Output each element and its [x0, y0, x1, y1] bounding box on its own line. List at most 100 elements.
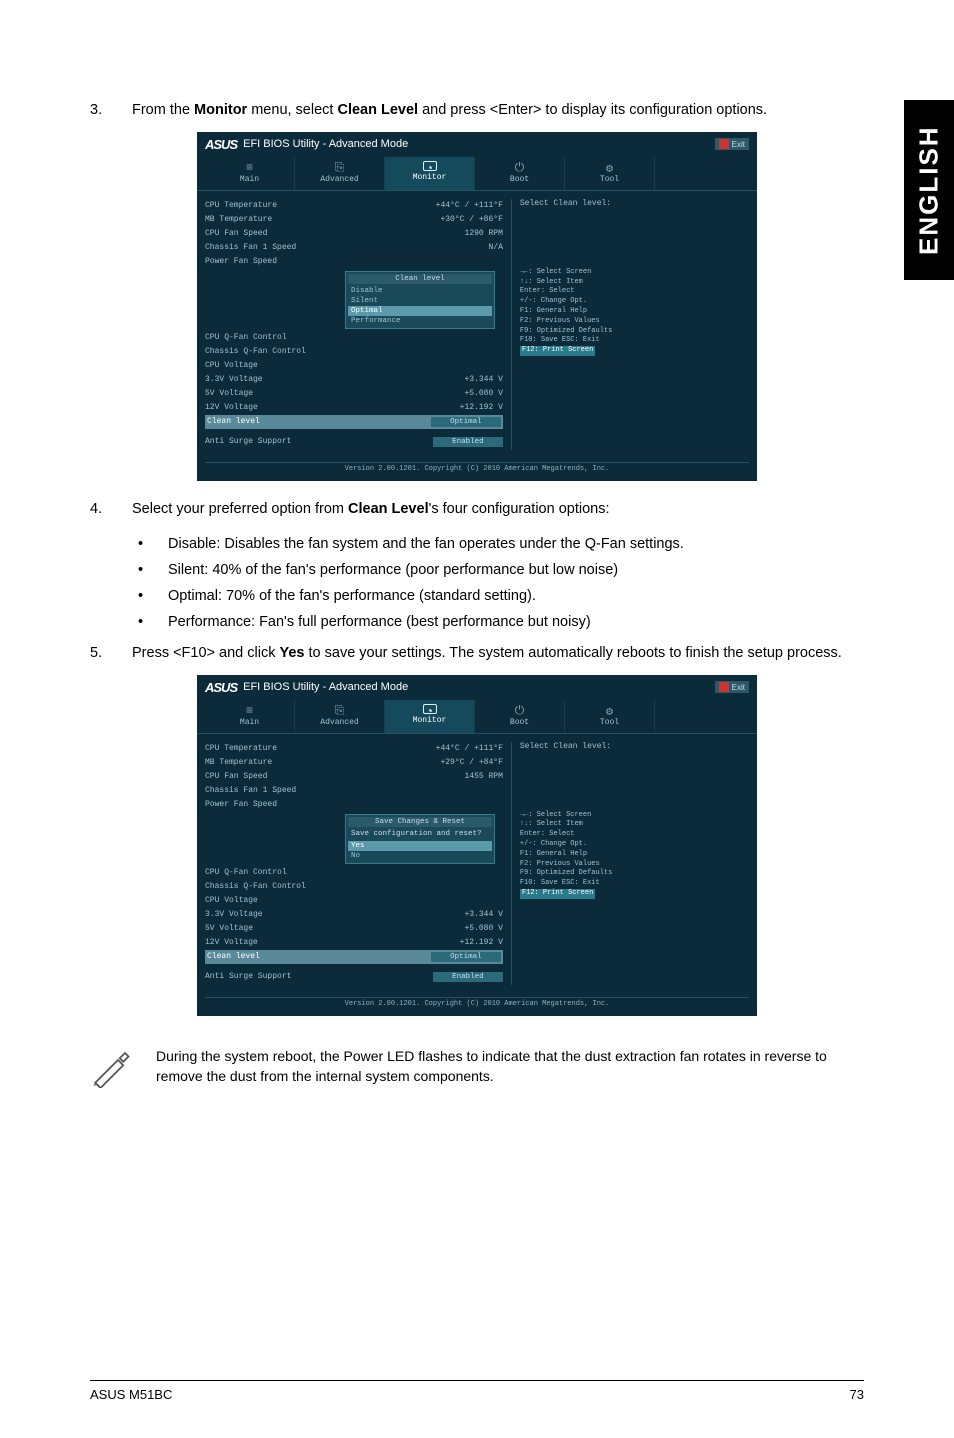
bullet-text: Optimal: 70% of the fan's performance (s…	[168, 583, 536, 609]
footer-model: ASUS M51BC	[90, 1387, 172, 1402]
row-value: +30°C / +86°F	[383, 215, 503, 224]
tab-main[interactable]: Main	[205, 157, 295, 190]
tab-monitor[interactable]: Monitor	[385, 700, 475, 733]
help-key: Enter: Select	[520, 287, 749, 297]
dropdown-item-disable[interactable]: Disable	[348, 286, 492, 296]
tab-advanced[interactable]: Advanced	[295, 157, 385, 190]
bios-row[interactable]: CPU Q-Fan Control	[205, 331, 503, 345]
save-dialog-title: Save Changes & Reset	[348, 817, 492, 827]
bios-help-panel: Select Clean level: →←: Select Screen ↑↓…	[511, 742, 749, 985]
row-value-button[interactable]: Enabled	[433, 972, 503, 982]
bios-row[interactable]: Chassis Fan 1 SpeedN/A	[205, 241, 503, 255]
t-bold: Yes	[280, 645, 305, 661]
dropdown-item-performance[interactable]: Performance	[348, 316, 492, 326]
row-value: 1455 RPM	[383, 772, 503, 781]
monitor-icon	[423, 704, 437, 714]
bios-row[interactable]: CPU Voltage	[205, 894, 503, 908]
row-label: Chassis Fan 1 Speed	[205, 786, 296, 795]
row-value-button[interactable]: Enabled	[433, 437, 503, 447]
row-value: +29°C / +84°F	[383, 758, 503, 767]
bios-row[interactable]: 5V Voltage+5.080 V	[205, 922, 503, 936]
exit-button[interactable]: Exit	[715, 138, 749, 150]
tab-label: Boot	[510, 175, 529, 184]
bios-row[interactable]: 5V Voltage+5.080 V	[205, 387, 503, 401]
row-value: +3.344 V	[383, 910, 503, 919]
row-value-button[interactable]: Optimal	[431, 952, 501, 962]
bios-row[interactable]: Chassis Fan 1 Speed	[205, 784, 503, 798]
page-content: 3. From the Monitor menu, select Clean L…	[0, 0, 954, 1133]
exit-icon	[719, 682, 729, 692]
help-key: →←: Select Screen	[520, 811, 749, 821]
row-value: +44°C / +111°F	[383, 744, 503, 753]
tab-boot[interactable]: Boot	[475, 157, 565, 190]
dropdown-item-silent[interactable]: Silent	[348, 296, 492, 306]
row-label: 5V Voltage	[205, 924, 253, 933]
bios-row[interactable]: CPU Temperature+44°C / +111°F	[205, 199, 503, 213]
help-key: +/-: Change Opt.	[520, 840, 749, 850]
note-text: During the system reboot, the Power LED …	[156, 1046, 864, 1087]
bios-row[interactable]: CPU Fan Speed1455 RPM	[205, 770, 503, 784]
row-label: CPU Q-Fan Control	[205, 868, 287, 877]
bullet-item: •Performance: Fan's full performance (be…	[90, 609, 864, 635]
tool-icon	[602, 161, 618, 173]
row-label: Chassis Q-Fan Control	[205, 882, 306, 891]
bios-row[interactable]: 12V Voltage+12.192 V	[205, 936, 503, 950]
tab-tool[interactable]: Tool	[565, 700, 655, 733]
row-label: 3.3V Voltage	[205, 375, 263, 384]
help-key: F2: Previous Values	[520, 860, 749, 870]
help-key: F2: Previous Values	[520, 317, 749, 327]
bios-row-clean-level[interactable]: Clean levelOptimal	[205, 950, 503, 964]
row-value-button[interactable]: Optimal	[431, 417, 501, 427]
row-value: 1290 RPM	[383, 229, 503, 238]
monitor-icon	[423, 161, 437, 171]
bios-row[interactable]: CPU Q-Fan Control	[205, 866, 503, 880]
bullet-item: •Silent: 40% of the fan's performance (p…	[90, 557, 864, 583]
clean-level-dropdown[interactable]: Clean level Disable Silent Optimal Perfo…	[345, 271, 495, 329]
bios-screenshot-2: ASUS EFI BIOS Utility - Advanced Mode Ex…	[197, 675, 757, 1016]
tab-label: Tool	[600, 175, 619, 184]
t: and press <Enter> to display its configu…	[418, 102, 767, 118]
exit-button[interactable]: Exit	[715, 681, 749, 693]
bios-row[interactable]: Anti Surge SupportEnabled	[205, 435, 503, 450]
power-icon	[512, 704, 528, 716]
t: Select your preferred option from	[132, 501, 348, 517]
help-key: ↑↓: Select Item	[520, 820, 749, 830]
bios-row[interactable]: Chassis Q-Fan Control	[205, 880, 503, 894]
bios-row[interactable]: CPU Temperature+44°C / +111°F	[205, 742, 503, 756]
exit-icon	[719, 139, 729, 149]
dropdown-title: Clean level	[348, 274, 492, 284]
bios-row[interactable]: MB Temperature+29°C / +84°F	[205, 756, 503, 770]
bullet-dot: •	[138, 609, 168, 635]
tab-tool[interactable]: Tool	[565, 157, 655, 190]
tab-label: Monitor	[413, 716, 447, 725]
tab-main[interactable]: Main	[205, 700, 295, 733]
bios-row-clean-level[interactable]: Clean levelOptimal	[205, 415, 503, 429]
bios-row[interactable]: CPU Fan Speed 1290 RPM	[205, 227, 503, 241]
row-label: CPU Fan Speed	[205, 229, 267, 238]
help-key: F10: Save ESC: Exit	[520, 336, 749, 346]
row-label: 12V Voltage	[205, 938, 258, 947]
help-key: +/-: Change Opt.	[520, 297, 749, 307]
dropdown-item-optimal[interactable]: Optimal	[348, 306, 492, 316]
bios-row[interactable]: 12V Voltage+12.192 V	[205, 401, 503, 415]
tab-label: Advanced	[320, 718, 358, 727]
bios-row[interactable]: Power Fan Speed	[205, 255, 503, 269]
bios-row[interactable]: 3.3V Voltage+3.344 V	[205, 373, 503, 387]
tab-boot[interactable]: Boot	[475, 700, 565, 733]
bios-row[interactable]: 3.3V Voltage+3.344 V	[205, 908, 503, 922]
bios-row[interactable]: MB Temperature+30°C / +86°F	[205, 213, 503, 227]
bios-row[interactable]: Power Fan Speed	[205, 798, 503, 812]
bios-tabs: Main Advanced Monitor Boot Tool	[197, 700, 757, 734]
save-dialog-no[interactable]: No	[348, 851, 492, 861]
bios-row[interactable]: Anti Surge SupportEnabled	[205, 970, 503, 985]
tab-label: Monitor	[413, 173, 447, 182]
save-dialog[interactable]: Save Changes & Reset Save configuration …	[345, 814, 495, 864]
row-label: CPU Q-Fan Control	[205, 333, 287, 342]
note-box: During the system reboot, the Power LED …	[90, 1046, 864, 1093]
bios-row[interactable]: Chassis Q-Fan Control	[205, 345, 503, 359]
bios-row[interactable]: CPU Voltage	[205, 359, 503, 373]
row-value: +5.080 V	[383, 389, 503, 398]
tab-monitor[interactable]: Monitor	[385, 157, 475, 190]
save-dialog-yes[interactable]: Yes	[348, 841, 492, 851]
tab-advanced[interactable]: Advanced	[295, 700, 385, 733]
